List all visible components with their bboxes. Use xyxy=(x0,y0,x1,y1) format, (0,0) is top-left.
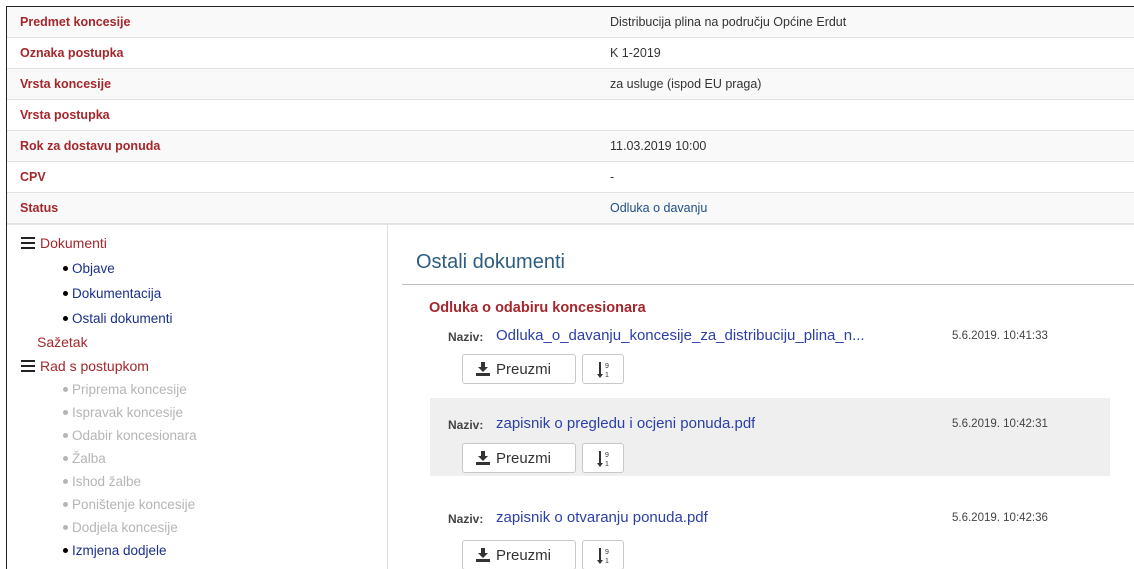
download-button[interactable]: Preuzmi xyxy=(462,540,576,569)
info-row-rok: Rok za dostavu ponuda 11.03.2019 10:00 xyxy=(7,131,1134,162)
sidebar-item-odabir: Odabir koncesionara xyxy=(63,428,197,443)
sidebar-item-dokumentacija[interactable]: Dokumentacija xyxy=(63,286,161,301)
download-button[interactable]: Preuzmi xyxy=(462,443,576,473)
bullet-icon xyxy=(63,291,68,296)
bullet-icon xyxy=(63,433,68,438)
sidebar-item-priprema: Priprema koncesije xyxy=(63,382,187,397)
sort-button[interactable]: 9 1 xyxy=(582,354,624,384)
info-value: Distribucija plina na području Općine Er… xyxy=(610,15,847,29)
menu-rad-label: Rad s postupkom xyxy=(40,358,149,374)
sort-button[interactable]: 9 1 xyxy=(582,540,624,569)
document-date: 5.6.2019. 10:42:36 xyxy=(952,512,1048,524)
document-link[interactable]: Odluka_o_davanju_koncesije_za_distribuci… xyxy=(496,327,865,344)
info-value: 11.03.2019 10:00 xyxy=(610,139,707,153)
document-item: Naziv: zapisnik o pregledu i ocjeni ponu… xyxy=(430,398,1110,476)
naziv-label: Naziv: xyxy=(448,418,484,432)
sidebar-item-dodjela: Dodjela koncesije xyxy=(63,520,178,535)
info-label: CPV xyxy=(20,170,46,184)
sidebar-item-ishod-zalbe: Ishod žalbe xyxy=(63,474,141,489)
svg-text:9: 9 xyxy=(605,549,609,556)
sidebar-item-ponistenje: Poništenje koncesije xyxy=(63,497,195,512)
download-label: Preuzmi xyxy=(496,547,552,564)
bullet-icon xyxy=(63,316,68,321)
info-label: Oznaka postupka xyxy=(20,46,124,60)
svg-text:1: 1 xyxy=(605,558,609,565)
bullet-icon xyxy=(63,525,68,530)
sidebar-nav: Dokumenti Objave Dokumentacija Ostali do… xyxy=(7,224,388,569)
sidebar-item-zalba: Žalba xyxy=(63,451,106,466)
sidebar-item-label: Poništenje koncesije xyxy=(72,497,196,512)
sidebar-item-label: Izmjena dodjele xyxy=(72,543,167,558)
concession-page: Predmet koncesije Distribucija plina na … xyxy=(6,6,1134,569)
info-row-predmet: Predmet koncesije Distribucija plina na … xyxy=(7,7,1134,38)
document-link[interactable]: zapisnik o pregledu i ocjeni ponuda.pdf xyxy=(496,415,755,432)
bullet-icon xyxy=(63,548,68,553)
main-content: Ostali dokumenti Odluka o odabiru konces… xyxy=(388,224,1134,569)
info-label: Predmet koncesije xyxy=(20,15,131,29)
sidebar-item-label: Priprema koncesije xyxy=(72,382,187,397)
download-label: Preuzmi xyxy=(496,361,552,378)
bullet-icon xyxy=(63,410,68,415)
download-button[interactable]: Preuzmi xyxy=(462,354,576,384)
sidebar-item-label: Dodjela koncesije xyxy=(72,520,178,535)
bullet-icon xyxy=(63,502,68,507)
sort-numeric-icon: 9 1 xyxy=(597,362,609,379)
naziv-label: Naziv: xyxy=(448,330,484,344)
page-title: Ostali dokumenti xyxy=(416,251,565,273)
sidebar-item-label: Žalba xyxy=(72,451,106,466)
info-label: Rok za dostavu ponuda xyxy=(20,139,161,153)
info-value: za usluge (ispod EU praga) xyxy=(610,77,762,91)
sidebar-item-ispravak: Ispravak koncesije xyxy=(63,405,183,420)
bullet-icon xyxy=(63,456,68,461)
menu-rad-s-postupkom[interactable]: Rad s postupkom xyxy=(21,358,149,374)
sidebar-item-label: Ostali dokumenti xyxy=(72,311,173,326)
svg-text:9: 9 xyxy=(605,363,609,370)
info-row-cpv: CPV - xyxy=(7,162,1134,193)
info-label: Status xyxy=(20,201,59,215)
divider xyxy=(402,284,1134,285)
document-item: Naziv: Odluka_o_davanju_koncesije_za_dis… xyxy=(430,319,1110,397)
naziv-label: Naziv: xyxy=(448,512,484,526)
sidebar-item-label: Ishod žalbe xyxy=(72,474,142,489)
bullet-icon xyxy=(63,387,68,392)
svg-text:1: 1 xyxy=(605,461,609,468)
info-row-vrsta-koncesije: Vrsta koncesije za usluge (ispod EU prag… xyxy=(7,69,1134,100)
download-label: Preuzmi xyxy=(496,450,552,467)
info-label: Vrsta koncesije xyxy=(20,77,112,91)
menu-dokumenti[interactable]: Dokumenti xyxy=(21,235,107,251)
info-label: Vrsta postupka xyxy=(20,108,110,122)
sidebar-item-label: Ispravak koncesije xyxy=(72,405,184,420)
document-date: 5.6.2019. 10:41:33 xyxy=(952,330,1048,342)
download-icon xyxy=(476,548,490,562)
sort-numeric-icon: 9 1 xyxy=(597,451,609,468)
info-row-vrsta-postupka: Vrsta postupka xyxy=(7,100,1134,131)
menu-icon xyxy=(21,360,35,372)
bullet-icon xyxy=(63,266,68,271)
sidebar-item-izmjena-dodjele[interactable]: Izmjena dodjele xyxy=(63,543,167,558)
info-value: K 1-2019 xyxy=(610,46,661,60)
document-link[interactable]: zapisnik o otvaranju ponuda.pdf xyxy=(496,509,708,526)
info-value: - xyxy=(610,170,615,184)
sort-numeric-icon: 9 1 xyxy=(597,548,609,565)
status-link[interactable]: Odluka o davanju xyxy=(610,193,707,223)
info-row-oznaka: Oznaka postupka K 1-2019 xyxy=(7,38,1134,69)
sort-button[interactable]: 9 1 xyxy=(582,443,624,473)
sidebar-item-ostali-dokumenti[interactable]: Ostali dokumenti xyxy=(63,311,173,326)
document-item: Naziv: zapisnik o otvaranju ponuda.pdf 5… xyxy=(430,500,1110,569)
svg-text:1: 1 xyxy=(605,372,609,379)
sidebar-item-label: Objave xyxy=(72,261,115,276)
menu-dokumenti-label: Dokumenti xyxy=(40,235,107,251)
menu-icon xyxy=(21,237,35,249)
bullet-icon xyxy=(63,479,68,484)
group-title: Odluka o odabiru koncesionara xyxy=(429,300,646,316)
download-icon xyxy=(476,362,490,376)
sidebar-item-sazetak[interactable]: Sažetak xyxy=(37,334,88,350)
document-date: 5.6.2019. 10:42:31 xyxy=(952,418,1048,430)
svg-text:9: 9 xyxy=(605,452,609,459)
sidebar-item-label: Odabir koncesionara xyxy=(72,428,197,443)
sidebar-item-objave[interactable]: Objave xyxy=(63,261,115,276)
sidebar-item-label: Dokumentacija xyxy=(72,286,162,301)
download-icon xyxy=(476,451,490,465)
info-row-status: Status Odluka o davanju xyxy=(7,193,1134,224)
